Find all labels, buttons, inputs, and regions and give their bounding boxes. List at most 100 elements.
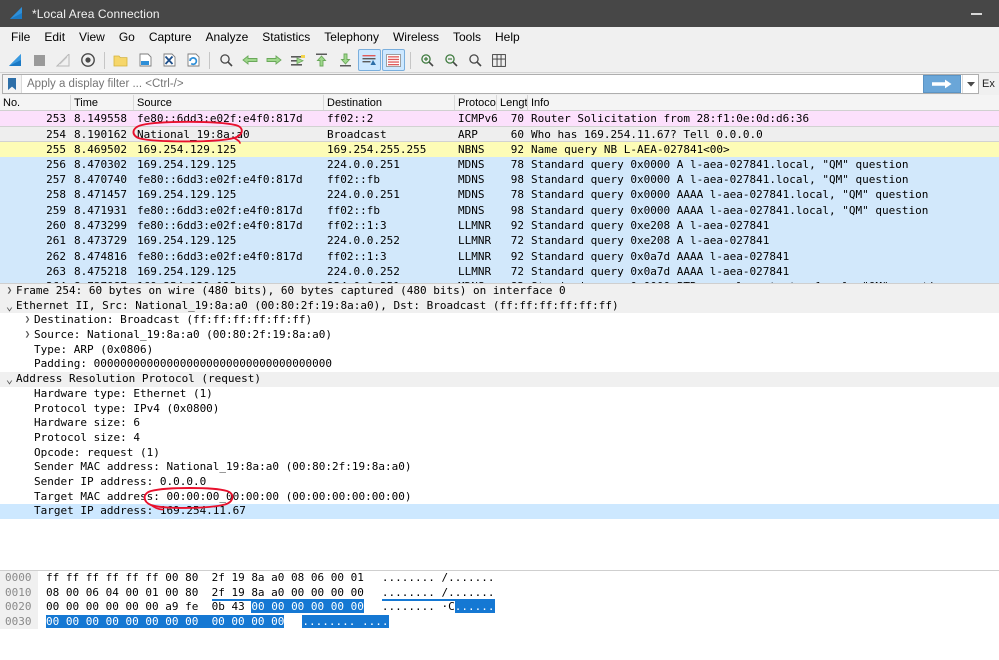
packet-detail-row[interactable]: Protocol type: IPv4 (0x0800) xyxy=(0,402,999,417)
start-capture-icon[interactable] xyxy=(4,49,27,71)
open-file-icon[interactable] xyxy=(109,49,132,71)
packet-list-row[interactable]: 262 8.474816 fe80::6dd3:e02f:e4f0:817d ff02… xyxy=(0,248,999,264)
column-header-source[interactable]: Source xyxy=(134,95,324,110)
go-to-last-icon[interactable] xyxy=(334,49,357,71)
packet-detail-row[interactable]: Hardware type: Ethernet (1) xyxy=(0,387,999,402)
packet-list-row[interactable]: 257 8.470740 fe80::6dd3:e02f:e4f0:817d ff02… xyxy=(0,172,999,188)
packet-detail-row[interactable]: ❯ Destination: Broadcast (ff:ff:ff:ff:ff:… xyxy=(0,313,999,328)
hex-offset: 0010 xyxy=(0,585,38,600)
apply-filter-button[interactable] xyxy=(923,75,961,93)
menu-go[interactable]: Go xyxy=(112,28,142,47)
go-to-packet-icon[interactable] xyxy=(286,49,309,71)
packet-detail-row[interactable]: Protocol size: 4 xyxy=(0,431,999,446)
packet-detail-row[interactable]: ❯ Source: National_19:8a:a0 (00:80:2f:19:… xyxy=(0,328,999,343)
packet-detail-row[interactable]: Target MAC address: 00:00:00_00:00:00 (0… xyxy=(0,490,999,505)
packet-list-row[interactable]: 259 8.471931 fe80::6dd3:e02f:e4f0:817d ff02… xyxy=(0,202,999,219)
chevron-down-icon[interactable]: ⌄ xyxy=(4,372,15,386)
reload-file-icon[interactable] xyxy=(181,49,204,71)
menu-statistics[interactable]: Statistics xyxy=(255,28,317,47)
packet-list-pane[interactable]: No. Time Source Destination Protocol Len… xyxy=(0,95,999,284)
auto-scroll-icon[interactable] xyxy=(358,49,381,71)
colorize-icon[interactable] xyxy=(382,49,405,71)
column-header-info[interactable]: Info xyxy=(528,95,999,110)
column-header-no[interactable]: No. xyxy=(0,95,71,110)
packet-list-row[interactable]: 253 8.149558 fe80::6dd3:e02f:e4f0:817d ff02… xyxy=(0,111,999,127)
menu-edit[interactable]: Edit xyxy=(37,28,72,47)
packet-detail-row[interactable]: Padding: 0000000000000000000000000000000… xyxy=(0,357,999,372)
menu-help[interactable]: Help xyxy=(488,28,527,47)
capture-options-icon[interactable] xyxy=(76,49,99,71)
packet-details-tree[interactable]: ❯ Frame 254: 60 bytes on wire (480 bits),… xyxy=(0,284,999,519)
packet-detail-row[interactable]: Hardware size: 6 xyxy=(0,416,999,431)
filter-expression-label[interactable]: Ex xyxy=(979,78,997,90)
go-to-first-icon[interactable] xyxy=(310,49,333,71)
go-back-icon[interactable] xyxy=(238,49,261,71)
packet-cell-destination: ff02::2 xyxy=(327,112,374,125)
packet-detail-row[interactable]: Type: ARP (0x0806) xyxy=(0,343,999,358)
menu-wireless[interactable]: Wireless xyxy=(386,28,446,47)
menu-analyze[interactable]: Analyze xyxy=(199,28,256,47)
stop-capture-icon[interactable] xyxy=(28,49,51,71)
column-header-length[interactable]: Length xyxy=(497,95,528,110)
chevron-right-icon[interactable]: ❯ xyxy=(22,314,33,328)
packet-list-row[interactable]: 261 8.473729 169.254.129.125 224.0.0.252 LLM… xyxy=(0,233,999,249)
menu-file[interactable]: File xyxy=(4,28,37,47)
close-file-icon[interactable] xyxy=(157,49,180,71)
column-header-protocol[interactable]: Protocol xyxy=(455,95,497,110)
find-packet-icon[interactable] xyxy=(214,49,237,71)
packet-list-body[interactable]: 253 8.149558 fe80::6dd3:e02f:e4f0:817d ff02… xyxy=(0,111,999,283)
packet-detail-row[interactable]: ⌄ Ethernet II, Src: National_19:8a:a0 (00… xyxy=(0,298,999,314)
menu-telephony[interactable]: Telephony xyxy=(317,28,386,47)
minimize-button[interactable] xyxy=(953,0,999,27)
packet-cell-source: 169.254.129.125 xyxy=(137,157,237,171)
packet-detail-row[interactable]: ❯ Frame 254: 60 bytes on wire (480 bits),… xyxy=(0,284,999,299)
go-forward-icon[interactable] xyxy=(262,49,285,71)
hex-dump-row[interactable]: 0020 00 00 00 00 00 00 a9 fe 0b 43 00 00 … xyxy=(0,600,999,615)
column-header-destination[interactable]: Destination xyxy=(324,95,455,110)
packet-list-row[interactable]: 254 8.190162 National_19:8a:a0 Broadcast ARP… xyxy=(0,126,999,142)
packet-cell-protocol: MDNS xyxy=(458,157,485,171)
packet-cell-info: Who has 169.254.11.67? Tell 0.0.0.0 xyxy=(531,128,763,141)
display-filter-input[interactable] xyxy=(22,77,923,91)
resize-columns-icon[interactable] xyxy=(487,49,510,71)
zoom-reset-icon[interactable] xyxy=(463,49,486,71)
display-filter-container[interactable] xyxy=(2,74,979,94)
packet-detail-row[interactable]: Sender IP address: 0.0.0.0 xyxy=(0,475,999,490)
packet-bytes-body[interactable]: 0000 ff ff ff ff ff ff 00 80 2f 19 8a a0 … xyxy=(0,571,999,660)
menu-tools[interactable]: Tools xyxy=(446,28,488,47)
packet-list-row[interactable]: 256 8.470302 169.254.129.125 224.0.0.251 MDN… xyxy=(0,156,999,173)
packet-detail-row[interactable]: Target IP address: 169.254.11.67 xyxy=(0,504,999,519)
menu-capture[interactable]: Capture xyxy=(142,28,199,47)
packet-detail-row[interactable]: Sender MAC address: National_19:8a:a0 (0… xyxy=(0,460,999,475)
chevron-down-icon[interactable]: ⌄ xyxy=(4,299,15,313)
restart-capture-icon[interactable] xyxy=(52,49,75,71)
packet-cell-protocol: LLMNR xyxy=(458,264,492,278)
packet-list-row[interactable]: 260 8.473299 fe80::6dd3:e02f:e4f0:817d ff02… xyxy=(0,218,999,234)
packet-cell-source: fe80::6dd3:e02f:e4f0:817d xyxy=(137,219,303,233)
packet-bytes-pane[interactable]: 0000 ff ff ff ff ff ff 00 80 2f 19 8a a0 … xyxy=(0,571,999,660)
packet-cell-time: 8.475218 xyxy=(74,264,127,278)
packet-list-row[interactable]: 255 8.469502 169.254.129.125 169.254.255.25… xyxy=(0,141,999,157)
save-file-icon[interactable] xyxy=(133,49,156,71)
packet-list-header: No. Time Source Destination Protocol Len… xyxy=(0,95,999,111)
hex-dump-row[interactable]: 0030 00 00 00 00 00 00 00 00 00 00 00 00.… xyxy=(0,614,999,629)
column-header-time[interactable]: Time xyxy=(71,95,134,110)
packet-list-row[interactable]: 258 8.471457 169.254.129.125 224.0.0.251 MDN… xyxy=(0,187,999,203)
packet-detail-row[interactable]: Opcode: request (1) xyxy=(0,446,999,461)
zoom-in-icon[interactable] xyxy=(415,49,438,71)
hex-dump-row[interactable]: 0000 ff ff ff ff ff ff 00 80 2f 19 8a a0 … xyxy=(0,571,999,586)
packet-list-row[interactable]: 263 8.475218 169.254.129.125 224.0.0.252 LLM… xyxy=(0,263,999,280)
chevron-right-icon[interactable]: ❯ xyxy=(22,328,33,342)
hex-bytes-selected: 00 00 00 00 00 00 xyxy=(251,600,364,613)
hex-dump-row[interactable]: 0010 08 00 06 04 00 01 00 80 2f 19 8a a0 … xyxy=(0,585,999,601)
packet-details-pane[interactable]: ❯ Frame 254: 60 bytes on wire (480 bits),… xyxy=(0,284,999,571)
chevron-right-icon[interactable]: ❯ xyxy=(4,284,15,298)
chevron-down-icon[interactable] xyxy=(962,75,978,93)
packet-detail-row[interactable]: ⌄ Address Resolution Protocol (request) xyxy=(0,372,999,387)
hex-bytes-plain-2: 2f 19 8a a0 00 00 00 00 xyxy=(211,585,364,601)
zoom-out-icon[interactable] xyxy=(439,49,462,71)
bookmark-icon[interactable] xyxy=(3,75,22,93)
menu-view[interactable]: View xyxy=(72,28,112,47)
